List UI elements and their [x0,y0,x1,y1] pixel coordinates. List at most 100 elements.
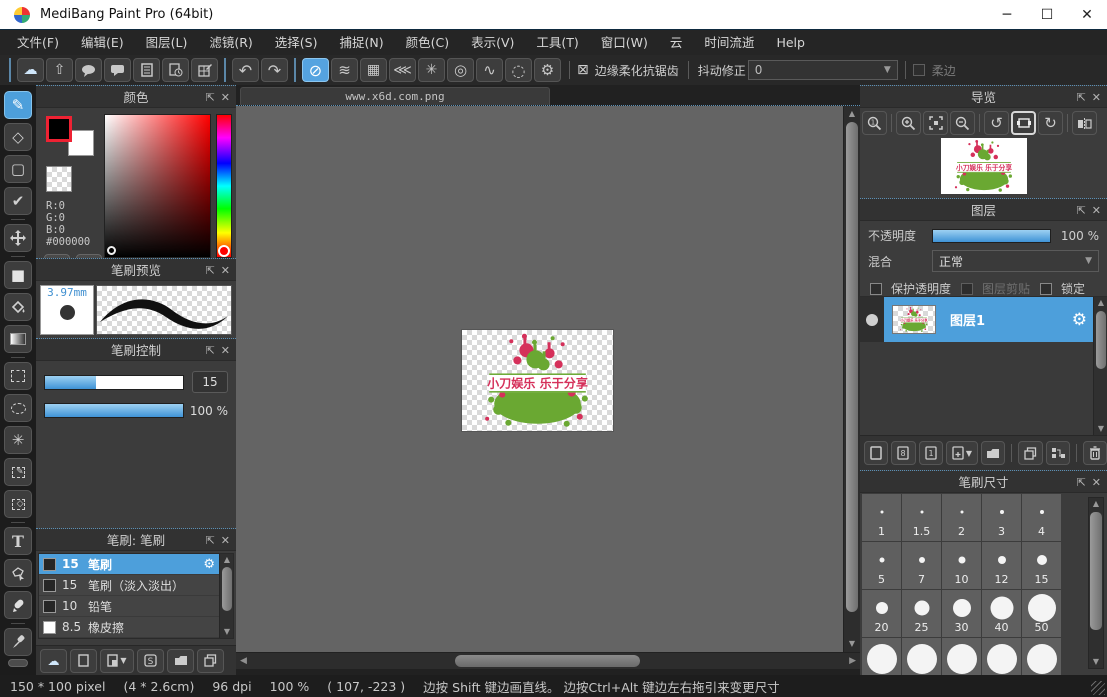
history-button[interactable] [162,58,189,82]
brush-opacity-slider[interactable] [44,403,184,418]
scroll-left-arrow[interactable]: ◀ [240,656,247,669]
select-rect-tool[interactable] [4,362,32,390]
stabilizer-dropdown[interactable]: 0 ▼ [748,60,898,80]
gear-icon[interactable]: ⚙ [1072,310,1087,330]
menu-layer[interactable]: 图层(L) [135,30,199,55]
close-icon[interactable]: ✕ [221,534,230,547]
hue-slider[interactable] [216,114,232,258]
reset-rotation-button[interactable] [1011,111,1036,135]
menu-color[interactable]: 颜色(C) [395,30,460,55]
brush-size-slider[interactable] [44,375,184,390]
canvas-image[interactable] [462,330,613,431]
blend-mode-dropdown[interactable]: 正常 ▼ [932,250,1099,272]
navigator-thumbnail[interactable] [941,138,1027,194]
brush-list-item[interactable]: 10 铅笔 [39,596,233,617]
brush-size-cell[interactable] [862,638,901,675]
tool-strip-handle[interactable] [8,659,28,667]
popout-icon[interactable]: ⇱ [1077,204,1086,217]
gear-icon[interactable]: ⚙ [203,557,215,572]
visibility-icon[interactable] [866,314,878,326]
minimize-button[interactable]: ─ [987,0,1027,29]
fill-rect-tool[interactable]: ■ [4,261,32,289]
rotate-cw-button[interactable]: ↻ [1038,111,1063,135]
lock-checkbox[interactable] [1040,283,1052,295]
comment-button[interactable] [104,58,131,82]
menu-select[interactable]: 选择(S) [264,30,329,55]
scrollbar-thumb[interactable] [1096,311,1106,369]
scroll-down-arrow[interactable]: ▼ [1089,656,1103,668]
select-eraser-tool[interactable]: ◇ [4,490,32,518]
snap-radial-button[interactable]: ✳ [418,58,445,82]
scrollbar-thumb[interactable] [846,122,858,612]
protect-alpha-checkbox[interactable] [870,283,882,295]
close-button[interactable]: ✕ [1067,0,1107,29]
pen-tablet-tool[interactable] [4,591,32,619]
clipping-checkbox[interactable] [961,283,973,295]
layer-opacity-slider[interactable] [932,229,1051,243]
brush-size-value[interactable]: 15 [192,371,228,393]
scrollbar-thumb[interactable] [1090,512,1102,630]
add-layer-menu-button[interactable]: ▼ [946,441,978,465]
document-button[interactable] [133,58,160,82]
lasso-tool[interactable] [4,394,32,422]
soft-edge-toggle[interactable]: 柔边 [913,62,958,79]
snap-ellipse-button[interactable]: ◌ [505,58,532,82]
canvas-horizontal-scrollbar[interactable]: ◀ ▶ [236,652,860,669]
close-icon[interactable]: ✕ [221,264,230,277]
scrollbar-thumb[interactable] [222,567,232,611]
shape-tool[interactable]: ▢ [4,155,32,183]
layer-folder-button[interactable] [981,441,1005,465]
snap-settings-button[interactable]: ⚙ [534,58,561,82]
menu-view[interactable]: 表示(V) [460,30,525,55]
text-tool[interactable]: T [4,527,32,555]
brush-size-cell[interactable] [982,638,1021,675]
select-pen-tool[interactable]: ✎ [4,458,32,486]
lock-toggle[interactable]: 锁定 [1040,280,1085,297]
layer-list-scrollbar[interactable]: ▲ ▼ [1093,297,1107,435]
script-brush-button[interactable]: S [137,649,164,673]
brush-size-cell[interactable]: 2 [942,494,981,541]
brush-size-cell[interactable]: 25 [902,590,941,637]
resize-grip[interactable] [1091,681,1105,695]
brush-sizes-scrollbar[interactable]: ▲ ▼ [1088,497,1104,669]
zoom-in-button[interactable] [896,111,921,135]
canvas-settings-button[interactable] [191,58,218,82]
cloud-brush-button[interactable]: ☁ [40,649,67,673]
new-8bit-layer-button[interactable]: 8 [891,441,915,465]
brush-size-cell[interactable]: 1 [862,494,901,541]
soft-edge-checkbox[interactable] [913,64,925,76]
popout-icon[interactable]: ⇱ [206,264,215,277]
menu-window[interactable]: 窗口(W) [590,30,659,55]
scroll-down-arrow[interactable]: ▼ [220,626,234,638]
fit-window-button[interactable] [923,111,948,135]
brush-size-cell[interactable]: 3 [982,494,1021,541]
add-brush-menu-button[interactable]: ▼ [100,649,134,673]
brush-size-cell[interactable]: 15 [1022,542,1061,589]
undo-button[interactable]: ↶ [232,58,259,82]
move-tool[interactable] [4,224,32,252]
maximize-button[interactable]: ☐ [1027,0,1067,29]
scroll-down-arrow[interactable]: ▼ [1094,423,1107,435]
scroll-down-arrow[interactable]: ▼ [845,638,859,650]
scroll-right-arrow[interactable]: ▶ [849,656,856,669]
brush-size-cell[interactable]: 40 [982,590,1021,637]
duplicate-layer-button[interactable] [1018,441,1042,465]
bucket-tool[interactable] [4,293,32,321]
community-button[interactable] [75,58,102,82]
brush-size-cell[interactable]: 4 [1022,494,1061,541]
snap-vanishing-button[interactable]: ⋘ [389,58,416,82]
brush-list-scrollbar[interactable]: ▲ ▼ [219,554,233,638]
popout-icon[interactable]: ⇱ [206,91,215,104]
close-icon[interactable]: ✕ [1092,204,1101,217]
brush-size-cell[interactable]: 7 [902,542,941,589]
transparent-color-swatch[interactable] [46,166,72,192]
menu-timelapse[interactable]: 时间流逝 [693,30,765,55]
scroll-up-arrow[interactable]: ▲ [845,108,859,120]
add-brush-button[interactable] [70,649,97,673]
delete-layer-button[interactable] [1083,441,1107,465]
saturation-value-picker[interactable] [104,114,211,258]
brush-tool[interactable]: ✎ [4,91,32,119]
eyedropper-tool[interactable] [4,628,32,656]
snap-concentric-button[interactable]: ◎ [447,58,474,82]
snap-parallel-button[interactable]: ≋ [331,58,358,82]
